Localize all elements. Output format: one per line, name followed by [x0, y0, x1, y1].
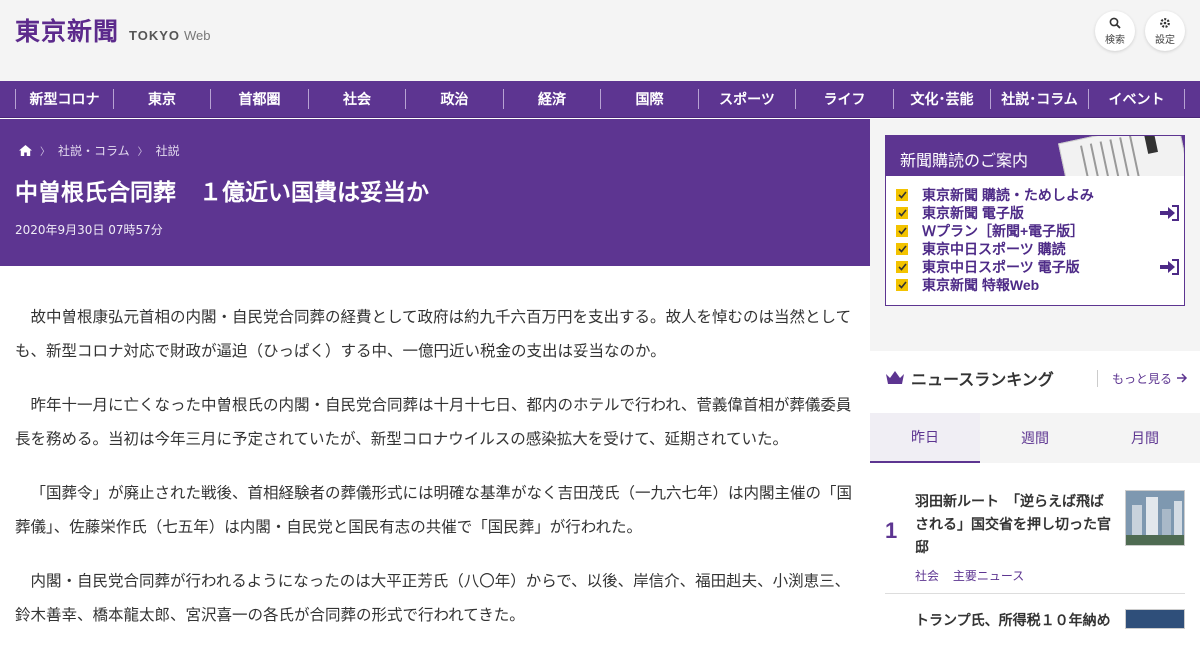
tab-monthly[interactable]: 月間	[1090, 413, 1200, 463]
logo-japanese: 東京新聞	[15, 17, 120, 46]
crown-icon	[886, 371, 904, 384]
check-icon	[896, 225, 908, 237]
check-icon	[896, 243, 908, 255]
ranking-more-link[interactable]: もっと見る	[1097, 370, 1188, 387]
check-icon	[896, 207, 908, 219]
subscription-header: 新聞購読のご案内	[886, 136, 1184, 176]
subscription-item[interactable]: 東京中日スポーツ 購読	[896, 240, 1094, 258]
ranking-thumbnail[interactable]	[1125, 609, 1185, 629]
news-ranking: ニュースランキング もっと見る 昨日 週間 月間 1 羽田新ルート 「逆らえば飛…	[870, 351, 1200, 630]
site-header: 東京新聞 TOKYO Web 検索 設定	[0, 0, 1200, 81]
ranking-number: 1	[885, 518, 898, 543]
ranking-item-tags: 社会 主要ニュース	[915, 567, 1034, 584]
article-paragraph: 内閣・自民党合同葬が行われるようになったのは大平正芳氏（八〇年）からで、以後、岸…	[15, 572, 851, 624]
arrow-right-icon	[1176, 373, 1187, 383]
subscription-item-label: 東京中日スポーツ 購読	[922, 241, 1066, 257]
nav-item-metro[interactable]: 首都圏	[210, 89, 308, 109]
gear-icon	[1160, 17, 1170, 28]
logo-web: Web	[184, 28, 211, 43]
nav-item-editorial[interactable]: 社説･コラム	[990, 89, 1088, 109]
subscription-item-label: Ｗプラン［新聞+電子版］	[922, 223, 1085, 239]
article-header: 〉 社説・コラム 〉 社説 中曽根氏合同葬 １億近い国費は妥当か 2020年9月…	[0, 119, 870, 266]
article-body: 故中曽根康弘元首相の内閣・自民党合同葬の経費として政府は約九千六百万円を支出する…	[15, 300, 852, 652]
subscription-box: 新聞購読のご案内 東京新聞 購読・ためしよみ 東京新聞 電子版 Ｗプラン［新聞+…	[885, 135, 1185, 306]
nav-item-life[interactable]: ライフ	[795, 89, 893, 109]
subscription-item-label: 東京新聞 電子版	[922, 205, 1024, 221]
nav-item-events[interactable]: イベント	[1088, 89, 1185, 109]
tab-weekly[interactable]: 週間	[980, 413, 1090, 463]
subscription-item-label: 東京中日スポーツ 電子版	[922, 259, 1080, 275]
ranking-item[interactable]: 1 羽田新ルート 「逆らえば飛ばされる」国交省を押し切った官邸 社会 主要ニュー…	[885, 490, 1185, 583]
nav-item-society[interactable]: 社会	[308, 89, 405, 109]
logo-english: TOKYO	[129, 28, 181, 43]
nav-item-international[interactable]: 国際	[600, 89, 698, 109]
ranking-item[interactable]: トランプ氏、所得税１０年納め	[885, 609, 1185, 649]
login-icon[interactable]	[1159, 259, 1179, 275]
ranking-more-label: もっと見る	[1112, 372, 1173, 386]
breadcrumb-editorial-column[interactable]: 社説・コラム	[58, 142, 130, 159]
ranking-tabs: 昨日 週間 月間	[870, 413, 1200, 463]
ranking-item-title: 羽田新ルート 「逆らえば飛ばされる」国交省を押し切った官邸	[915, 493, 1111, 555]
search-button[interactable]: 検索	[1095, 11, 1135, 51]
check-icon	[896, 279, 908, 291]
breadcrumb: 〉 社説・コラム 〉 社説	[19, 142, 180, 159]
tag-society[interactable]: 社会	[915, 569, 939, 583]
subscription-item[interactable]: 東京中日スポーツ 電子版	[896, 258, 1179, 276]
login-icon[interactable]	[1159, 205, 1179, 221]
article-paragraph: 故中曽根康弘元首相の内閣・自民党合同葬の経費として政府は約九千六百万円を支出する…	[15, 308, 852, 360]
site-logo[interactable]: 東京新聞 TOKYO Web	[15, 12, 211, 48]
newspaper-illustration	[1058, 136, 1184, 176]
subscription-item[interactable]: Ｗプラン［新聞+電子版］	[896, 222, 1094, 240]
subscription-title: 新聞購読のご案内	[900, 153, 1029, 170]
ranking-item-title: トランプ氏、所得税１０年納め	[915, 612, 1111, 628]
nav-item-corona[interactable]: 新型コロナ	[15, 89, 113, 109]
settings-label: 設定	[1155, 34, 1175, 46]
ranking-divider	[885, 593, 1185, 594]
check-icon	[896, 189, 908, 201]
article-date: 2020年9月30日 07時57分	[15, 223, 163, 237]
nav-item-tokyo[interactable]: 東京	[113, 89, 210, 109]
nav-item-culture[interactable]: 文化･芸能	[893, 89, 990, 109]
subscription-item[interactable]: 東京新聞 特報Web	[896, 276, 1094, 294]
settings-button[interactable]: 設定	[1145, 11, 1185, 51]
search-icon	[1109, 17, 1121, 29]
ranking-title: ニュースランキング	[911, 372, 1054, 389]
nav-item-sports[interactable]: スポーツ	[698, 89, 795, 109]
search-label: 検索	[1105, 34, 1125, 46]
breadcrumb-separator: 〉	[137, 147, 148, 158]
article-paragraph: 昨年十一月に亡くなった中曽根氏の内閣・自民党合同葬は十月十七日、都内のホテルで行…	[15, 396, 852, 448]
subscription-item-label: 東京新聞 購読・ためしよみ	[922, 187, 1094, 203]
nav-item-economy[interactable]: 経済	[503, 89, 600, 109]
nav-item-politics[interactable]: 政治	[405, 89, 503, 109]
tab-yesterday[interactable]: 昨日	[870, 413, 980, 463]
subscription-list: 東京新聞 購読・ためしよみ 東京新聞 電子版 Ｗプラン［新聞+電子版］ 東京中日…	[896, 186, 1179, 294]
article-title: 中曽根氏合同葬 １億近い国費は妥当か	[15, 179, 429, 205]
main-nav: 新型コロナ 東京 首都圏 社会 政治 経済 国際 スポーツ ライフ 文化･芸能 …	[0, 81, 1200, 118]
breadcrumb-editorial[interactable]: 社説	[156, 142, 180, 159]
tag-main-news[interactable]: 主要ニュース	[953, 569, 1024, 583]
subscription-item-label: 東京新聞 特報Web	[922, 277, 1040, 293]
check-icon	[896, 261, 908, 273]
article-paragraph: 「国葬令」が廃止された戦後、首相経験者の葬儀形式には明確な基準がなく吉田茂氏（一…	[15, 484, 853, 536]
subscription-item[interactable]: 東京新聞 電子版	[896, 204, 1179, 222]
home-icon[interactable]	[19, 145, 32, 156]
subscription-item[interactable]: 東京新聞 購読・ためしよみ	[896, 186, 1094, 204]
ranking-thumbnail[interactable]	[1125, 490, 1185, 546]
breadcrumb-separator: 〉	[40, 147, 50, 158]
